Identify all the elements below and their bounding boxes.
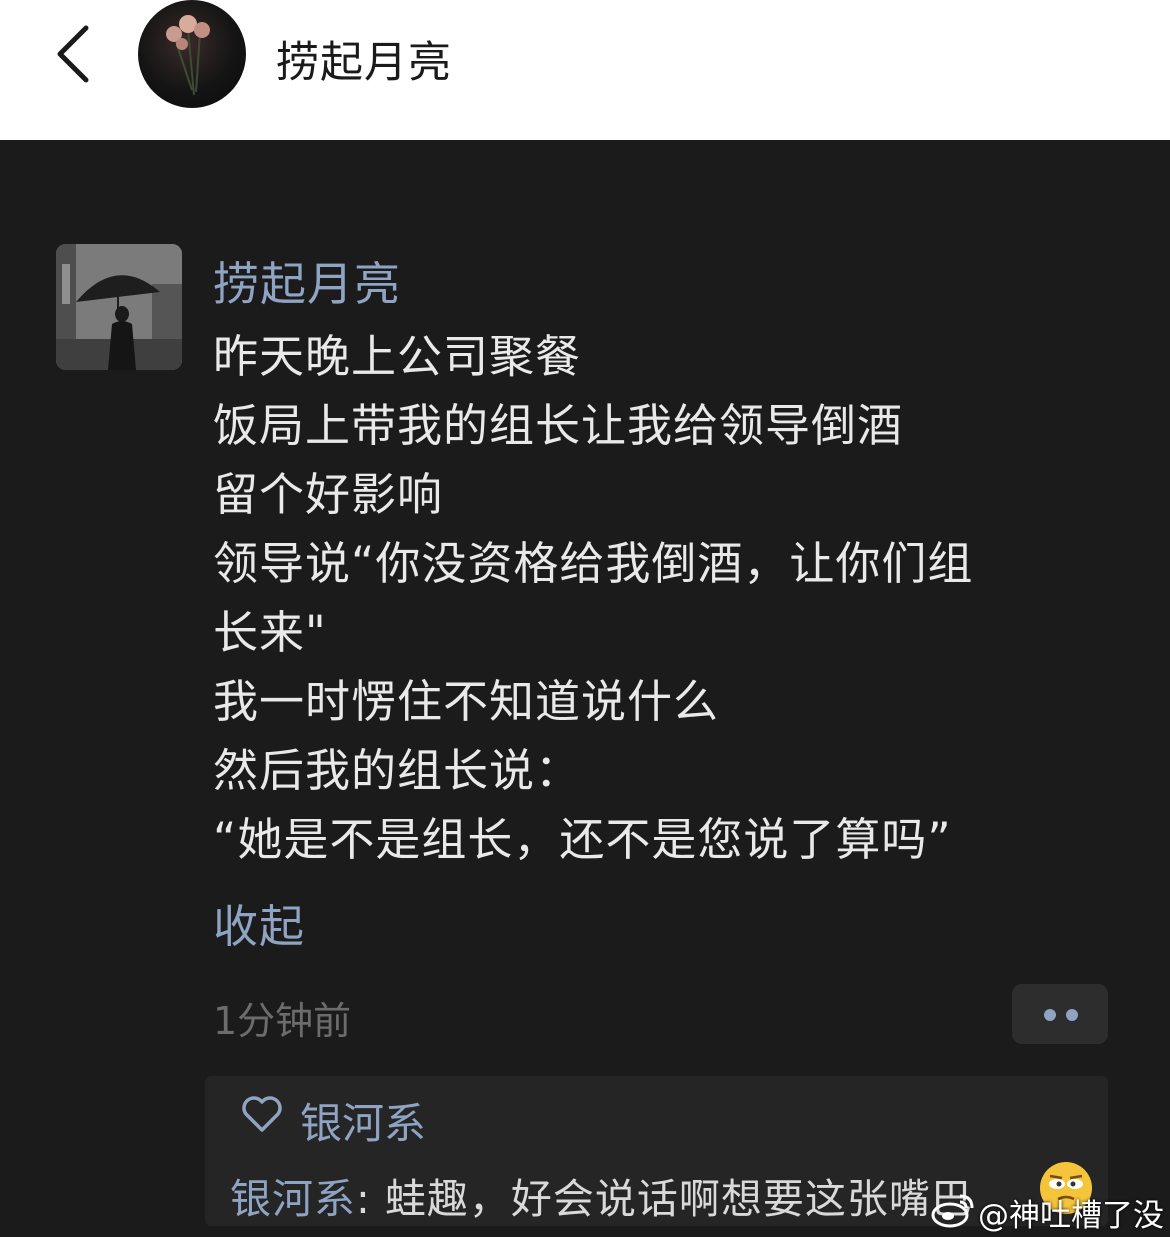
watermark-logo [930, 1190, 976, 1230]
chevron-left-icon [57, 25, 89, 83]
header-avatar[interactable] [138, 0, 246, 108]
like-user-name[interactable]: 银河系 [300, 1090, 426, 1151]
post-text-line: “她是不是组长，还不是您说了算吗” [213, 813, 952, 866]
post-text-line: 领导说“你没资格给我倒酒，让你们组 [213, 537, 974, 590]
rose-image-icon [166, 15, 210, 96]
header-title: 捞起月亮 [276, 38, 452, 88]
post-text-line: 我一时愣住不知道说什么 [213, 675, 720, 728]
dot-icon [1044, 1009, 1056, 1021]
post-text-line: 留个好影响 [213, 468, 444, 521]
heart-outline-icon [242, 1096, 282, 1132]
back-button[interactable] [48, 22, 108, 86]
post-author-avatar[interactable] [56, 244, 182, 370]
dot-icon [1066, 1009, 1078, 1021]
post-text-line: 然后我的组长说： [213, 744, 582, 797]
watermark-text: @神吐槽了没 [978, 1198, 1164, 1234]
post-author-name[interactable]: 捞起月亮 [213, 248, 401, 314]
post-timestamp: 1分钟前 [213, 999, 352, 1043]
more-actions-button[interactable] [1012, 984, 1108, 1044]
umbrella-photo-icon [56, 244, 182, 370]
post-text: 昨天晚上公司聚餐 饭局上带我的组长让我给领导倒酒 留个好影响 领导说“你没资格给… [213, 322, 1113, 874]
post-text-line: 饭局上带我的组长让我给领导倒酒 [213, 399, 904, 452]
comment-item[interactable]: 银河系: 蛙趣，好会说话啊想要这张嘴巴 [230, 1165, 973, 1225]
collapse-text-link[interactable]: 收起 [213, 890, 305, 955]
like-row [240, 1090, 284, 1140]
post-text-line: 长来" [213, 606, 327, 659]
comment-separator: : [356, 1175, 385, 1223]
weibo-logo-icon [931, 1194, 974, 1228]
top-nav-bar: 捞起月亮 [0, 0, 1170, 140]
post-text-line: 昨天晚上公司聚餐 [213, 330, 582, 383]
comment-text: 蛙趣，好会说话啊想要这张嘴巴 [384, 1175, 973, 1223]
comment-author[interactable]: 银河系 [230, 1175, 356, 1223]
